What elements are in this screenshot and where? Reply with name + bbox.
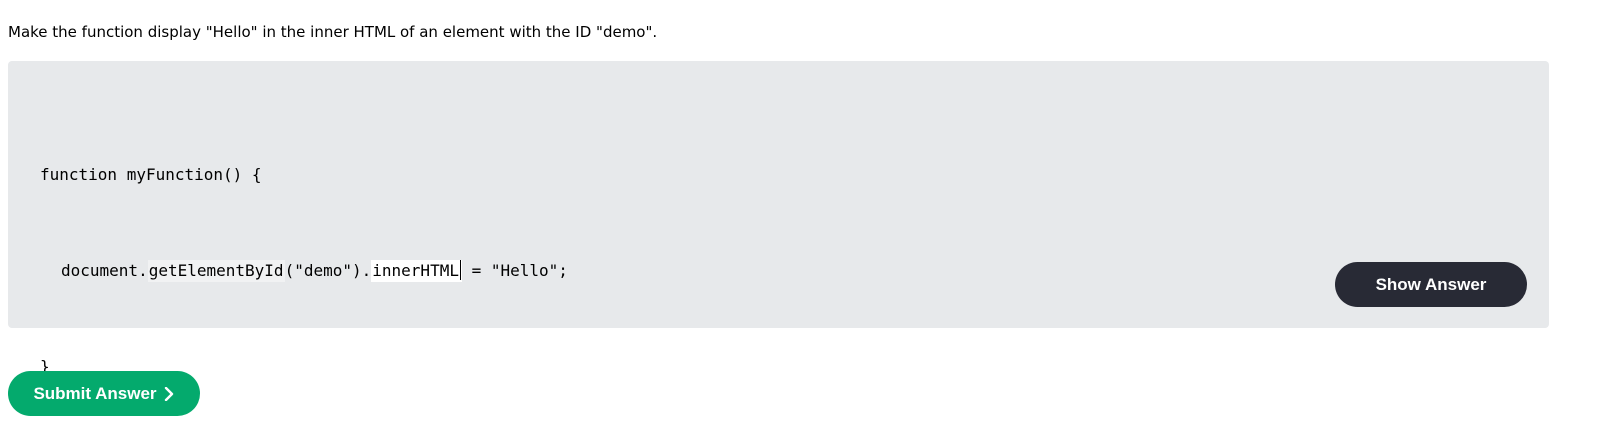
code-text-middle: ("demo"). xyxy=(284,261,372,280)
show-answer-button[interactable]: Show Answer xyxy=(1335,262,1527,307)
show-answer-label: Show Answer xyxy=(1375,274,1487,294)
code-line-2: document.getElementById("demo").innerHTM… xyxy=(40,255,568,287)
code-panel: function myFunction() { document.getElem… xyxy=(8,61,1549,376)
answer-blank-1[interactable]: getElementById xyxy=(147,260,285,282)
exercise-instruction: Make the function display "Hello" in the… xyxy=(8,23,658,41)
text-caret xyxy=(459,260,461,280)
code-line-1: function myFunction() { xyxy=(40,165,262,184)
answer-blank-2[interactable]: innerHTML xyxy=(371,260,462,282)
submit-answer-button[interactable]: Submit Answer xyxy=(8,371,200,416)
code-text-prefix: document. xyxy=(61,261,148,280)
chevron-right-icon xyxy=(164,386,173,401)
submit-answer-label: Submit Answer xyxy=(33,383,157,403)
code-text-suffix: = "Hello"; xyxy=(461,261,568,280)
answer-blank-2-text: innerHTML xyxy=(372,261,459,280)
